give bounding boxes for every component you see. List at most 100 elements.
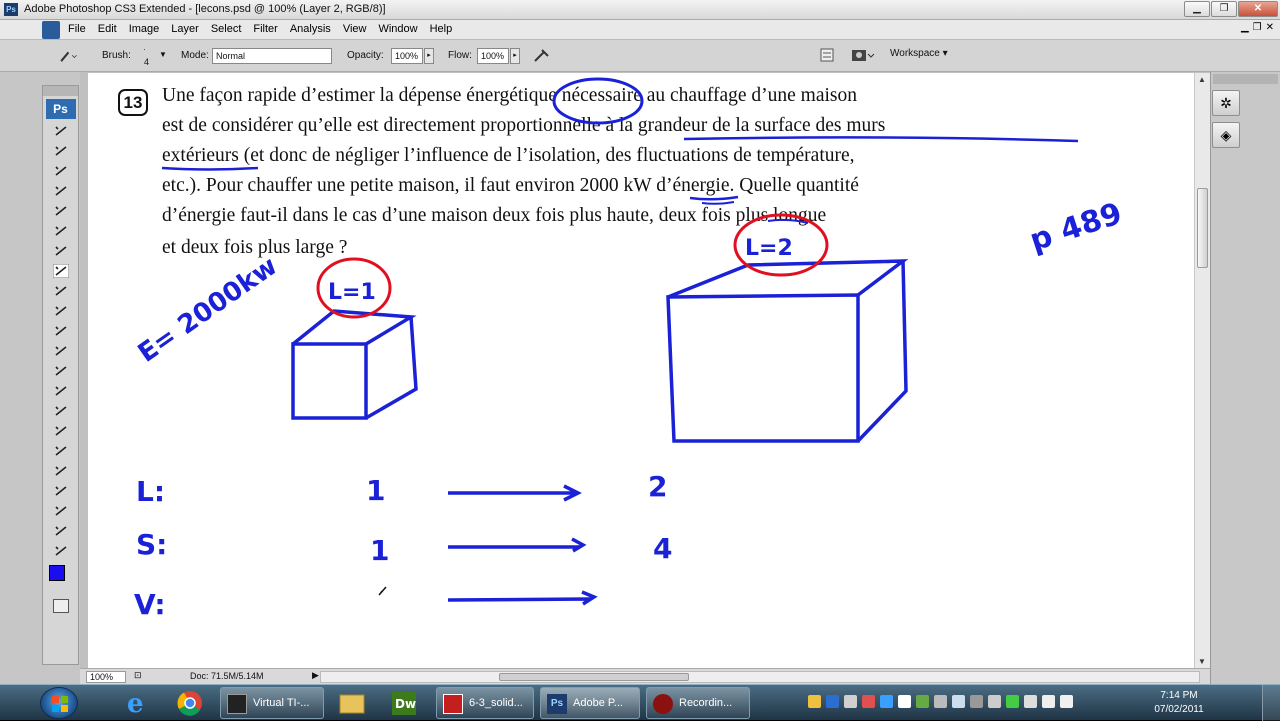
tray-icon[interactable] <box>844 695 857 708</box>
vertical-scroll-thumb[interactable] <box>1197 188 1208 268</box>
type-tool[interactable] <box>43 423 78 439</box>
zoom-field[interactable]: 100% <box>86 671 126 683</box>
folder-icon[interactable] <box>330 688 374 718</box>
slice-icon <box>55 226 67 236</box>
menu-analysis[interactable]: Analysis <box>290 23 331 35</box>
hand-tool[interactable] <box>43 523 78 539</box>
color-swatches[interactable] <box>43 563 78 593</box>
menu-help[interactable]: Help <box>430 23 453 35</box>
brush-preset-icon[interactable] <box>56 46 78 66</box>
zoom-tool[interactable] <box>43 543 78 559</box>
taskbar-app-virtual-ti[interactable]: Virtual TI-... <box>220 687 324 719</box>
minimize-button[interactable]: ▁ <box>1184 1 1210 17</box>
path-select-tool[interactable] <box>43 443 78 459</box>
photoshop-logo-icon[interactable] <box>42 21 60 39</box>
quick-mask-icon[interactable] <box>52 599 69 613</box>
scroll-down-icon[interactable]: ▼ <box>1198 657 1206 666</box>
flow-slider-button[interactable]: ▸ <box>510 48 520 64</box>
tray-icon[interactable] <box>952 695 965 708</box>
marquee-icon <box>55 146 67 156</box>
volume-icon[interactable] <box>1042 695 1055 708</box>
menu-window[interactable]: Window <box>378 23 417 35</box>
opacity-slider-button[interactable]: ▸ <box>424 48 434 64</box>
tray-icon[interactable] <box>988 695 1001 708</box>
marquee-tool[interactable] <box>43 143 78 159</box>
scroll-up-icon[interactable]: ▲ <box>1198 75 1206 84</box>
tray-icon[interactable] <box>916 695 929 708</box>
internet-explorer-icon[interactable]: e <box>115 688 159 718</box>
status-preview-icon[interactable]: ⊡ <box>134 670 142 681</box>
mode-select[interactable]: Normal <box>212 48 332 64</box>
menu-layer[interactable]: Layer <box>171 23 199 35</box>
crop-tool[interactable] <box>43 203 78 219</box>
document-canvas[interactable]: 13 Une façon rapide d’estimer la dépense… <box>88 73 1194 668</box>
palette-icon[interactable] <box>820 48 834 62</box>
brush-size[interactable]: 4 <box>144 57 149 67</box>
start-button[interactable] <box>40 687 78 719</box>
menu-image[interactable]: Image <box>129 23 160 35</box>
pen-tool[interactable] <box>43 403 78 419</box>
doc-minimize-icon[interactable]: ▁ <box>1241 22 1249 33</box>
maximize-button[interactable]: ❐ <box>1211 1 1237 17</box>
horizontal-scrollbar[interactable] <box>320 671 1200 683</box>
eyedropper-tool[interactable] <box>43 503 78 519</box>
lasso-tool[interactable] <box>43 163 78 179</box>
battery-icon[interactable] <box>1006 695 1019 708</box>
doc-close-icon[interactable]: ✕ <box>1266 22 1274 33</box>
eyedropper-icon <box>55 506 67 516</box>
notes-tool[interactable] <box>43 483 78 499</box>
menu-edit[interactable]: Edit <box>98 23 117 35</box>
horizontal-scroll-thumb[interactable] <box>499 673 689 681</box>
bucket-tool[interactable] <box>43 343 78 359</box>
brush-dropdown-icon[interactable]: ▼ <box>159 50 167 59</box>
flow-input[interactable]: 100% <box>477 48 509 64</box>
taskbar-app-pdf[interactable]: 6-3_solid... <box>436 687 534 719</box>
tray-icon[interactable] <box>898 695 911 708</box>
dodge-tool[interactable] <box>43 383 78 399</box>
bucket-icon <box>55 346 67 356</box>
chrome-icon[interactable] <box>168 688 212 718</box>
healing-tool[interactable] <box>43 243 78 259</box>
tray-icon[interactable] <box>862 695 875 708</box>
doc-info-menu-icon[interactable]: ▶ <box>312 670 319 681</box>
history-brush-tool[interactable] <box>43 303 78 319</box>
toolbox-header[interactable] <box>43 86 78 96</box>
tray-icon[interactable] <box>826 695 839 708</box>
menu-filter[interactable]: Filter <box>253 23 277 35</box>
navigator-panel-icon[interactable]: ✲ <box>1212 90 1240 116</box>
vertical-scrollbar[interactable]: ▲ ▼ <box>1194 73 1210 668</box>
foreground-color[interactable] <box>49 565 65 581</box>
close-button[interactable]: ✕ <box>1238 1 1278 17</box>
network-icon[interactable] <box>1024 695 1037 708</box>
taskbar-app-photoshop[interactable]: Ps Adobe P... <box>540 687 640 719</box>
tray-icon[interactable] <box>880 695 893 708</box>
bridge-icon[interactable] <box>850 46 876 64</box>
tray-icon[interactable] <box>970 695 983 708</box>
shape-tool[interactable] <box>43 463 78 479</box>
taskbar-app-recording[interactable]: Recordin... <box>646 687 750 719</box>
blur-tool[interactable] <box>43 363 78 379</box>
show-desktop-button[interactable] <box>1262 685 1280 721</box>
taskbar-app-label: Recordin... <box>679 697 733 709</box>
mode-label: Mode: <box>181 50 209 61</box>
doc-restore-icon[interactable]: ❐ <box>1253 22 1262 33</box>
dreamweaver-icon[interactable]: Dw <box>382 688 426 718</box>
workspace-menu[interactable]: Workspace ▾ <box>890 48 948 59</box>
signal-icon[interactable] <box>1060 695 1073 708</box>
brush-tool[interactable] <box>43 263 78 279</box>
tray-icon[interactable] <box>808 695 821 708</box>
menu-file[interactable]: File <box>68 23 86 35</box>
opacity-input[interactable]: 100% <box>391 48 423 64</box>
dock-header[interactable] <box>1213 74 1278 84</box>
menu-select[interactable]: Select <box>211 23 242 35</box>
slice-tool[interactable] <box>43 223 78 239</box>
airbrush-icon[interactable] <box>532 48 552 64</box>
stamp-tool[interactable] <box>43 283 78 299</box>
magic-wand-tool[interactable] <box>43 183 78 199</box>
move-tool[interactable] <box>43 123 78 139</box>
tray-icon[interactable] <box>934 695 947 708</box>
eraser-tool[interactable] <box>43 323 78 339</box>
layers-panel-icon[interactable]: ◈ <box>1212 122 1240 148</box>
menu-view[interactable]: View <box>343 23 367 35</box>
clock[interactable]: 7:14 PM 07/02/2011 <box>1148 689 1210 717</box>
